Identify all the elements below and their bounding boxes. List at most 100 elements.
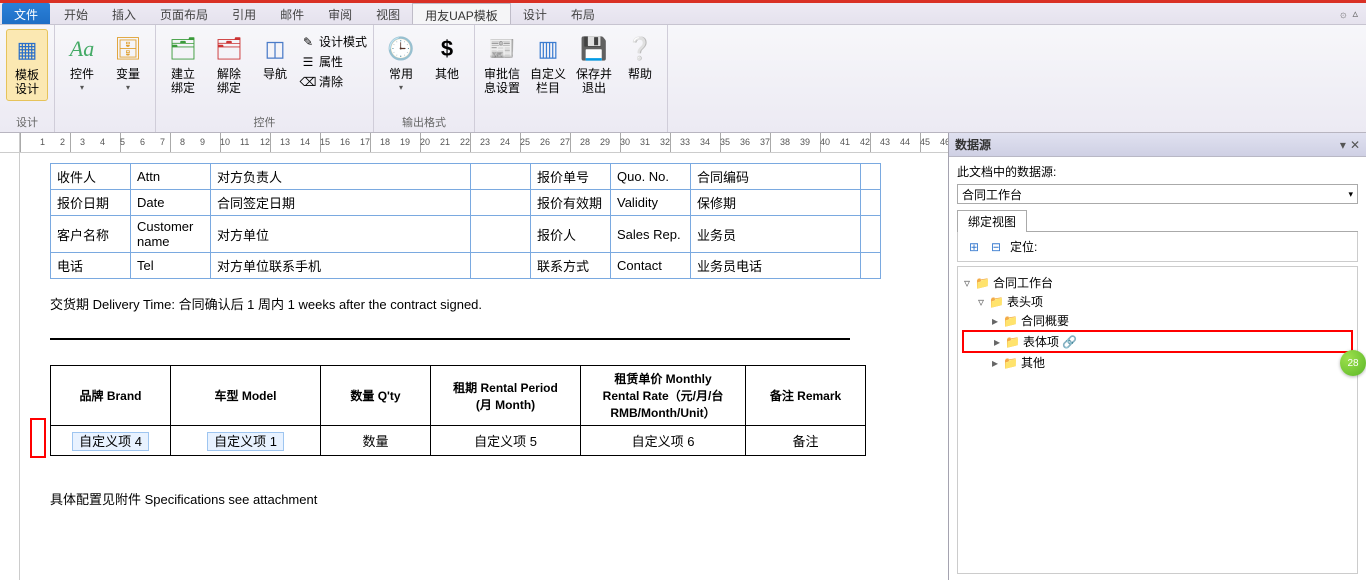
table-cell[interactable]: Tel: [131, 253, 211, 279]
table-cell[interactable]: 联系方式: [531, 253, 611, 279]
tree-item[interactable]: ▸📁其他: [962, 353, 1353, 372]
table-cell[interactable]: 报价人: [531, 216, 611, 253]
table-cell[interactable]: 电话: [51, 253, 131, 279]
table-cell[interactable]: Sales Rep.: [611, 216, 691, 253]
table-cell[interactable]: [861, 164, 881, 190]
table-cell[interactable]: [471, 253, 531, 279]
table-cell[interactable]: 业务员: [691, 216, 861, 253]
table-cell[interactable]: Attn: [131, 164, 211, 190]
table-cell[interactable]: 合同编码: [691, 164, 861, 190]
menu-tab-9[interactable]: 布局: [559, 3, 607, 24]
table-cell[interactable]: 对方负责人: [211, 164, 471, 190]
pencil-icon: ✎: [300, 34, 316, 50]
tree-item[interactable]: ▸📁表体项 🔗: [962, 330, 1353, 353]
row-selector-highlight: [30, 418, 46, 458]
menu-tab-4[interactable]: 邮件: [268, 3, 316, 24]
table-cell[interactable]: [861, 216, 881, 253]
table-cell[interactable]: Contact: [611, 253, 691, 279]
menu-tab-8[interactable]: 设计: [511, 3, 559, 24]
items-table[interactable]: 品牌 Brand车型 Model数量 Q'ty租期 Rental Period …: [50, 365, 866, 456]
table-cell[interactable]: 对方单位: [211, 216, 471, 253]
table-cell[interactable]: 合同签定日期: [211, 190, 471, 216]
nav-button[interactable]: ◫ 导航: [254, 29, 296, 81]
tree-twisty-icon[interactable]: ▸: [992, 335, 1002, 349]
table-cell[interactable]: 报价有效期: [531, 190, 611, 216]
variables-button[interactable]: 🗄 变量▾: [107, 29, 149, 92]
ruler-v: [0, 153, 20, 580]
tree-twisty-icon[interactable]: ▸: [990, 356, 1000, 370]
tree-twisty-icon[interactable]: ▸: [990, 314, 1000, 328]
approval-settings-button[interactable]: 📰 审批信 息设置: [481, 29, 523, 95]
help-button[interactable]: ❔ 帮助: [619, 29, 661, 81]
common-fmt-button[interactable]: 🕒 常用▾: [380, 29, 422, 92]
datasource-panel: 数据源 ▾ ✕ 此文档中的数据源: 合同工作台▾ 绑定视图 ⊞ ⊟ 定位: ▿📁…: [948, 133, 1366, 580]
tree-twisty-icon[interactable]: ▿: [976, 295, 986, 309]
table-cell[interactable]: 保修期: [691, 190, 861, 216]
field-tag[interactable]: 自定义项 4: [72, 432, 149, 451]
table-cell[interactable]: [471, 164, 531, 190]
table-cell[interactable]: [861, 253, 881, 279]
font-icon: Aa: [66, 33, 98, 65]
table-cell[interactable]: 自定义项 4: [51, 426, 171, 456]
table-cell[interactable]: Date: [131, 190, 211, 216]
menu-tab-1[interactable]: 插入: [100, 3, 148, 24]
bind-create-button[interactable]: 🗂 建立 绑定: [162, 29, 204, 95]
tree-item[interactable]: ▿📁合同工作台: [962, 273, 1353, 292]
menu-tab-6[interactable]: 视图: [364, 3, 412, 24]
table-cell[interactable]: [861, 190, 881, 216]
panel-dropdown-icon[interactable]: ▾: [1340, 138, 1346, 152]
template-design-button[interactable]: ▦ 模板 设计: [6, 29, 48, 101]
document-area[interactable]: 1234567891011121314151617181920212223242…: [0, 133, 948, 580]
menu-tab-5[interactable]: 审阅: [316, 3, 364, 24]
tree-item[interactable]: ▸📁合同概要: [962, 311, 1353, 330]
table-cell[interactable]: [471, 216, 531, 253]
controls-button[interactable]: Aa 控件▾: [61, 29, 103, 92]
table-cell[interactable]: 数量: [321, 426, 431, 456]
table-cell[interactable]: 收件人: [51, 164, 131, 190]
collapse-icon[interactable]: ⊟: [988, 239, 1004, 255]
design-mode-button[interactable]: ✎设计模式: [300, 33, 367, 50]
notification-bubble[interactable]: 28: [1340, 350, 1366, 376]
table-cell[interactable]: Validity: [611, 190, 691, 216]
datasource-tree[interactable]: ▿📁合同工作台▿📁表头项▸📁合同概要▸📁表体项 🔗▸📁其他: [957, 266, 1358, 574]
bind-view-tab[interactable]: 绑定视图: [957, 210, 1027, 232]
menu-tab-2[interactable]: 页面布局: [148, 3, 220, 24]
window-help-icon[interactable]: ۞: [1340, 7, 1346, 20]
group-label-output: 输出格式: [402, 112, 446, 132]
save-exit-button[interactable]: 💾 保存并 退出: [573, 29, 615, 95]
table-cell[interactable]: 自定义项 6: [581, 426, 746, 456]
table-cell[interactable]: 业务员电话: [691, 253, 861, 279]
ribbon: ▦ 模板 设计 设计 Aa 控件▾ 🗄 变量▾ 🗂 建立 绑定 🗂: [0, 25, 1366, 133]
table-header: 备注 Remark: [746, 366, 866, 426]
table-cell[interactable]: 报价日期: [51, 190, 131, 216]
table-cell[interactable]: 自定义项 1: [171, 426, 321, 456]
table-cell[interactable]: 客户名称: [51, 216, 131, 253]
datasource-combo[interactable]: 合同工作台▾: [957, 184, 1358, 204]
columns-icon: ▥: [532, 33, 564, 65]
table-cell[interactable]: 对方单位联系手机: [211, 253, 471, 279]
table-cell[interactable]: 备注: [746, 426, 866, 456]
table-cell[interactable]: Customer name: [131, 216, 211, 253]
panel-close-icon[interactable]: ✕: [1350, 138, 1360, 152]
menu-tab-7[interactable]: 用友UAP模板: [412, 3, 511, 24]
tree-item[interactable]: ▿📁表头项: [962, 292, 1353, 311]
menu-tab-0[interactable]: 开始: [52, 3, 100, 24]
table-cell[interactable]: 自定义项 5: [431, 426, 581, 456]
table-header: 车型 Model: [171, 366, 321, 426]
properties-button[interactable]: ☰属性: [300, 53, 367, 70]
table-cell[interactable]: [471, 190, 531, 216]
menu-tab-3[interactable]: 引用: [220, 3, 268, 24]
window-minimize-icon[interactable]: ▵: [1352, 7, 1358, 20]
other-fmt-button[interactable]: $ 其他: [426, 29, 468, 81]
bind-remove-button[interactable]: 🗂 解除 绑定: [208, 29, 250, 95]
field-tag[interactable]: 自定义项 1: [207, 432, 284, 451]
clear-button[interactable]: ⌫清除: [300, 73, 367, 90]
table-cell[interactable]: 报价单号: [531, 164, 611, 190]
quote-info-table[interactable]: 收件人Attn对方负责人 报价单号Quo. No.合同编码报价日期Date合同签定…: [50, 163, 881, 279]
group-label-design: 设计: [16, 112, 38, 132]
tree-twisty-icon[interactable]: ▿: [962, 276, 972, 290]
custom-columns-button[interactable]: ▥ 自定义 栏目: [527, 29, 569, 95]
table-cell[interactable]: Quo. No.: [611, 164, 691, 190]
menu-file[interactable]: 文件: [2, 3, 50, 24]
expand-icon[interactable]: ⊞: [966, 239, 982, 255]
